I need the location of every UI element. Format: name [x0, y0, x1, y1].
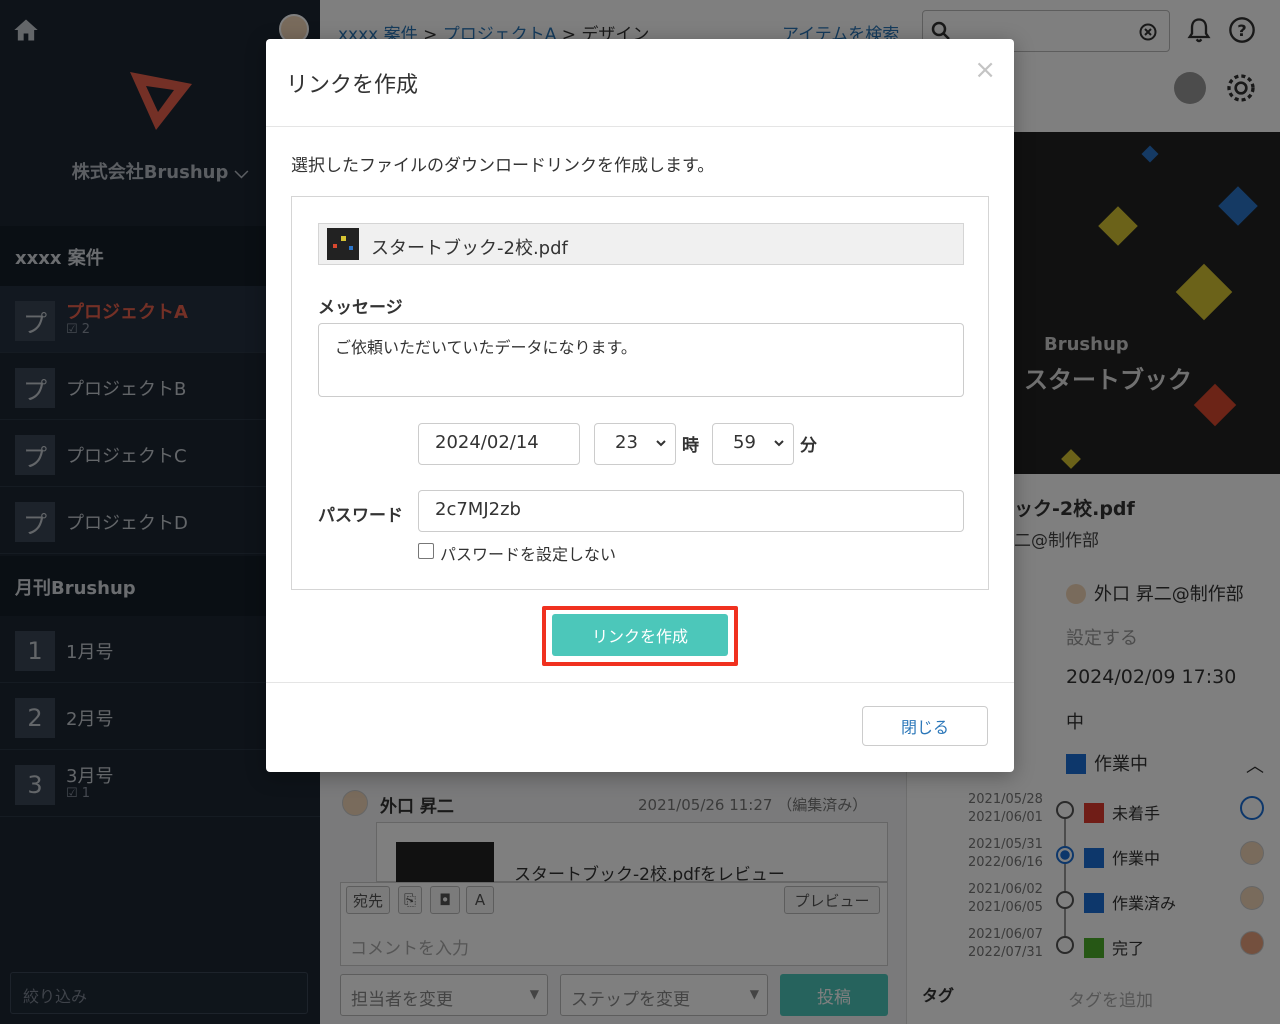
expiry-date-input[interactable]: 2024/02/14 [418, 423, 580, 465]
file-name: スタートブック-2校.pdf [371, 238, 568, 259]
password-input[interactable]: 2c7MJ2zb [418, 490, 964, 532]
dialog-description: 選択したファイルのダウンロードリンクを作成します。 [291, 156, 715, 176]
close-button[interactable]: 閉じる [862, 706, 988, 746]
dialog-title: リンクを作成 [286, 73, 419, 98]
minute-unit: 分 [800, 436, 817, 456]
file-thumbnail [327, 228, 359, 260]
password-label: パスワード [318, 506, 403, 526]
close-icon[interactable]: × [974, 57, 996, 83]
no-password-checkbox[interactable] [418, 543, 434, 559]
message-textarea[interactable]: ご依頼いただいていたデータになります。 [318, 323, 964, 397]
selected-file: スタートブック-2校.pdf [318, 223, 964, 265]
chevron-down-icon [656, 440, 666, 447]
no-password-label[interactable]: パスワードを設定しない [440, 541, 616, 565]
create-link-button[interactable]: リンクを作成 [552, 614, 728, 656]
link-form: スタートブック-2校.pdf メッセージ ご依頼いただいていたデータになります。… [291, 196, 989, 590]
create-link-dialog: リンクを作成 × 選択したファイルのダウンロードリンクを作成します。 スタートブ… [266, 39, 1014, 772]
minute-select[interactable]: 59 [712, 423, 794, 465]
chevron-down-icon [774, 440, 784, 447]
hour-select[interactable]: 23 [594, 423, 676, 465]
message-label: メッセージ [318, 298, 403, 318]
hour-unit: 時 [682, 436, 699, 456]
divider [266, 682, 1014, 683]
divider [266, 126, 1014, 127]
thumbnail-pattern [333, 236, 353, 250]
